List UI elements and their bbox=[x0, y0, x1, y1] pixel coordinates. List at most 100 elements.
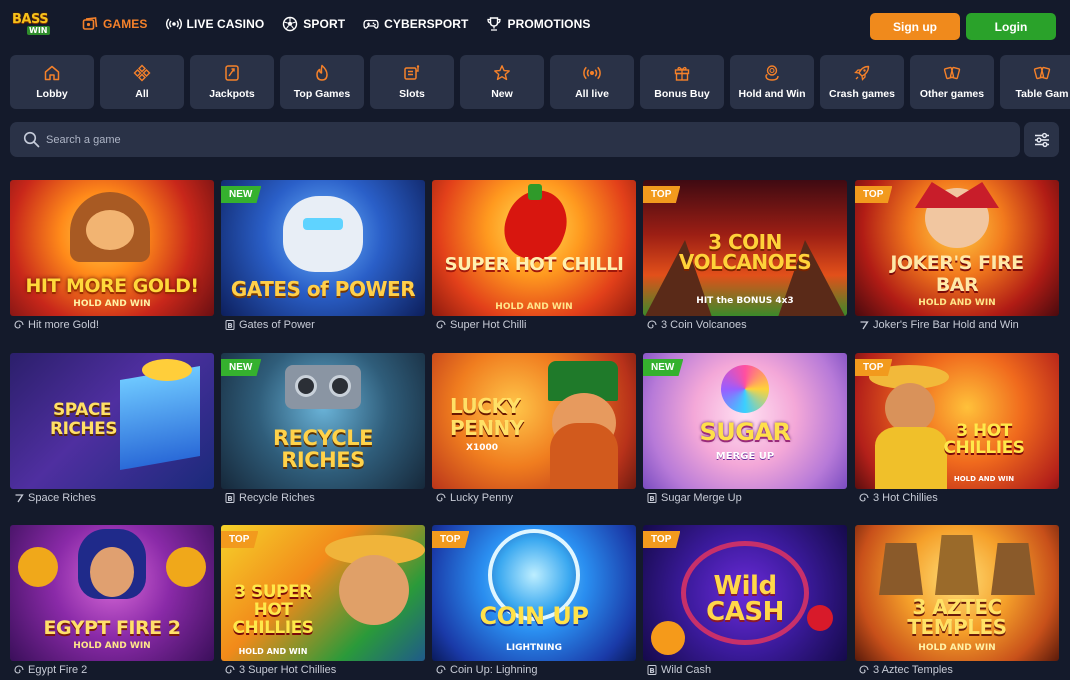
game-thumbnail[interactable]: Wild CASH TOP bbox=[643, 525, 847, 661]
game-caption: Egypt Fire 2 bbox=[14, 664, 87, 676]
category-slots[interactable]: Slots bbox=[370, 55, 454, 109]
gamepad-icon bbox=[363, 19, 379, 29]
art-subtitle: MERGE UP bbox=[715, 451, 775, 462]
category-all[interactable]: All bbox=[100, 55, 184, 109]
game-thumbnail[interactable]: 3 AZTEC TEMPLES HOLD AND WIN bbox=[855, 525, 1059, 661]
game-title: Sugar Merge Up bbox=[661, 492, 742, 504]
live-broadcast-icon bbox=[165, 18, 182, 30]
game-thumbnail[interactable]: SPACE RICHES bbox=[10, 353, 214, 489]
game-caption: Super Hot Chilli bbox=[436, 319, 526, 331]
art-subtitle: HOLD AND WIN bbox=[73, 299, 151, 309]
new-badge: NEW bbox=[643, 359, 684, 376]
game-caption: 3 Coin Volcanoes bbox=[647, 319, 747, 331]
category-label: Hold and Win bbox=[738, 88, 806, 100]
art-subtitle: HOLD AND WIN bbox=[918, 298, 996, 308]
art-subtitle: HOLD AND WIN bbox=[918, 643, 996, 653]
nav-sport[interactable]: SPORT bbox=[282, 16, 345, 32]
game-caption: B Gates of Power bbox=[225, 319, 315, 331]
game-title: Super Hot Chilli bbox=[450, 319, 527, 331]
nav-cybersport-label: CYBERSPORT bbox=[384, 17, 469, 31]
category-lobby[interactable]: Lobby bbox=[10, 55, 94, 109]
art-title: Wild CASH bbox=[706, 571, 784, 627]
category-other-games[interactable]: Other games bbox=[910, 55, 994, 109]
game-thumbnail[interactable]: 3 HOT CHILLIES HOLD AND WIN TOP bbox=[855, 353, 1059, 489]
category-all-live[interactable]: All live bbox=[550, 55, 634, 109]
nav-live-casino-label: LIVE CASINO bbox=[186, 17, 265, 31]
search-input[interactable] bbox=[46, 122, 1006, 157]
slot-machine-icon bbox=[404, 65, 420, 80]
game-caption: B Sugar Merge Up bbox=[647, 492, 742, 504]
game-thumbnail[interactable]: JOKER'S FIRE BAR HOLD AND WIN TOP bbox=[855, 180, 1059, 316]
zeus-art bbox=[283, 196, 363, 272]
game-title: 3 Aztec Temples bbox=[873, 664, 953, 676]
nav-live-casino[interactable]: LIVE CASINO bbox=[165, 16, 265, 32]
category-label: Jackpots bbox=[209, 88, 255, 100]
nav-games[interactable]: GAMES bbox=[82, 16, 148, 32]
category-new[interactable]: New bbox=[460, 55, 544, 109]
art-title: HIT MORE GOLD! bbox=[25, 275, 199, 297]
top-badge: TOP bbox=[221, 531, 259, 548]
login-button[interactable]: Login bbox=[966, 13, 1056, 40]
jackpot-icon bbox=[225, 65, 239, 81]
game-title: Lucky Penny bbox=[450, 492, 513, 504]
nav-games-label: GAMES bbox=[103, 17, 148, 31]
nav-cybersport[interactable]: CYBERSPORT bbox=[363, 16, 468, 32]
art-title: 3 SUPER HOT CHILLIES bbox=[232, 582, 314, 638]
art-title: RECYCLE RICHES bbox=[272, 426, 374, 472]
art-title: 3 HOT CHILLIES bbox=[943, 421, 1025, 458]
search-icon bbox=[23, 131, 40, 148]
svg-text:B: B bbox=[649, 667, 654, 675]
game-title: Gates of Power bbox=[239, 319, 315, 331]
game-thumbnail[interactable]: 3 SUPER HOT CHILLIES HOLD AND WIN TOP bbox=[221, 525, 425, 661]
game-thumbnail[interactable]: LUCKY PENNY X1000 bbox=[432, 353, 636, 489]
game-thumbnail[interactable]: COIN UP LIGHTNING TOP bbox=[432, 525, 636, 661]
game-thumbnail[interactable]: SUPER HOT CHILLI HOLD AND WIN bbox=[432, 180, 636, 316]
logo-wordmark-top: BASS bbox=[12, 12, 49, 27]
nav-promotions[interactable]: PROMOTIONS bbox=[486, 16, 590, 32]
category-bonus-buy[interactable]: Bonus Buy bbox=[640, 55, 724, 109]
signup-button[interactable]: Sign up bbox=[870, 13, 960, 40]
spiral-icon bbox=[436, 320, 446, 329]
seven-icon bbox=[15, 494, 24, 503]
diamond-grid-icon bbox=[133, 64, 151, 82]
game-thumbnail[interactable]: EGYPT FIRE 2 HOLD AND WIN bbox=[10, 525, 214, 661]
category-top-games[interactable]: Top Games bbox=[280, 55, 364, 109]
top-badge: TOP bbox=[643, 186, 681, 203]
category-jackpots[interactable]: Jackpots bbox=[190, 55, 274, 109]
game-thumbnail[interactable]: GATES of POWER NEW bbox=[221, 180, 425, 316]
spiral-icon bbox=[14, 665, 24, 674]
game-thumbnail[interactable]: RECYCLE RICHES NEW bbox=[221, 353, 425, 489]
site-logo[interactable]: BASS WIN bbox=[12, 10, 56, 40]
art-title: GATES of POWER bbox=[230, 277, 416, 301]
game-caption: Coin Up: Lighning bbox=[436, 664, 537, 676]
seven-icon bbox=[860, 321, 869, 330]
game-caption: 3 Aztec Temples bbox=[859, 664, 953, 676]
category-crash-games[interactable]: Crash games bbox=[820, 55, 904, 109]
game-title: Coin Up: Lighning bbox=[450, 664, 538, 676]
game-caption: Hit more Gold! bbox=[14, 319, 99, 331]
filter-button[interactable] bbox=[1024, 122, 1059, 157]
game-title: 3 Super Hot Chillies bbox=[239, 664, 337, 676]
search-bar bbox=[10, 122, 1020, 157]
art-subtitle: HIT the BONUS 4x3 bbox=[696, 296, 794, 306]
game-title: Hit more Gold! bbox=[28, 319, 99, 331]
spiral-icon bbox=[14, 320, 24, 329]
game-caption: B Wild Cash bbox=[647, 664, 711, 676]
category-table-games[interactable]: Table Gam bbox=[1000, 55, 1070, 109]
game-title: 3 Coin Volcanoes bbox=[661, 319, 747, 331]
art-title: 3 COIN VOLCANOES bbox=[678, 230, 812, 274]
game-thumbnail[interactable]: SUGAR MERGE UP NEW bbox=[643, 353, 847, 489]
rocket-icon bbox=[854, 65, 870, 81]
category-hold-and-win[interactable]: Hold and Win bbox=[730, 55, 814, 109]
game-title: Wild Cash bbox=[661, 664, 712, 676]
live-broadcast-icon bbox=[583, 66, 601, 80]
game-title: Recycle Riches bbox=[239, 492, 315, 504]
svg-text:B: B bbox=[649, 495, 654, 503]
game-caption: 3 Super Hot Chillies bbox=[225, 664, 336, 676]
art-subtitle: HOLD AND WIN bbox=[73, 641, 151, 651]
game-thumbnail[interactable]: 3 COIN VOLCANOES HIT the BONUS 4x3 TOP bbox=[643, 180, 847, 316]
category-label: Other games bbox=[919, 88, 985, 100]
game-thumbnail[interactable]: HIT MORE GOLD! HOLD AND WIN bbox=[10, 180, 214, 316]
game-caption: Space Riches bbox=[14, 492, 96, 504]
games-icon bbox=[82, 17, 98, 30]
